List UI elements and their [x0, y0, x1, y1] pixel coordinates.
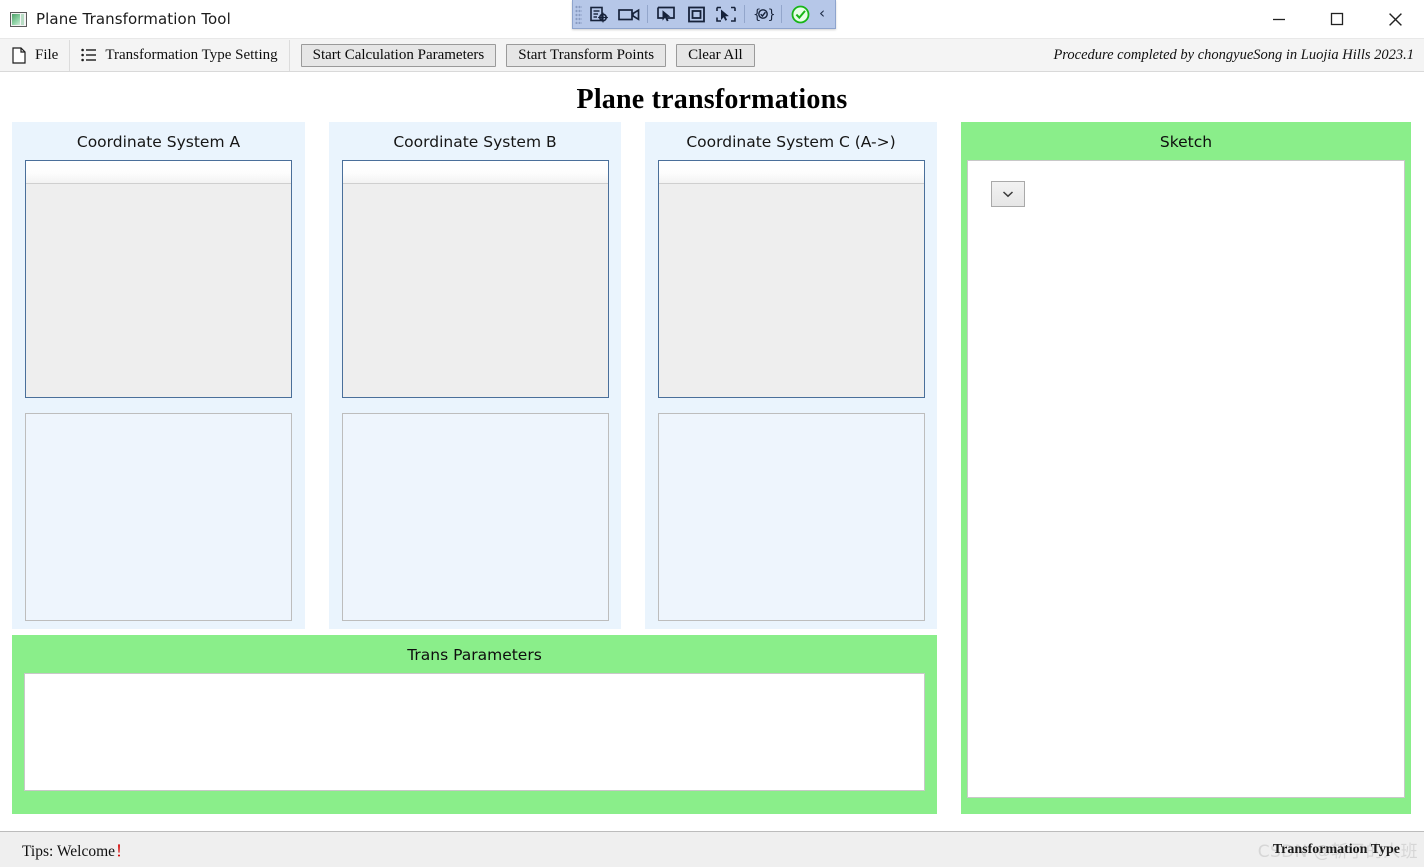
coordinate-system-c-textarea[interactable] [657, 413, 925, 621]
coordinate-system-a-title: Coordinate System A [76, 133, 241, 151]
cursor-capture-icon[interactable] [651, 2, 681, 27]
coordinate-system-c-panel: Coordinate System C (A->) [645, 122, 937, 629]
sketch-type-dropdown[interactable] [991, 181, 1025, 207]
main-content: Plane transformations Coordinate System … [0, 72, 1424, 831]
title-bar: Plane Transformation Tool {‹ [0, 0, 1424, 39]
toolbar-separator [781, 5, 782, 23]
confirm-check-icon[interactable] [785, 2, 815, 27]
start-calculation-parameters-button[interactable]: Start Calculation Parameters [300, 43, 497, 67]
window-title: Plane Transformation Tool [36, 10, 231, 28]
coordinate-system-a-table[interactable] [25, 160, 292, 398]
maximize-button[interactable] [1308, 0, 1366, 38]
sketch-panel: Sketch [961, 122, 1411, 814]
table-body[interactable] [342, 184, 608, 397]
sketch-canvas[interactable] [967, 160, 1405, 798]
capture-toolbar[interactable]: { } ‹ [572, 0, 836, 29]
status-bar-right: CSDN @斩了的人班 Transformation Type [1258, 832, 1424, 867]
svg-text:{: { [753, 8, 761, 23]
coordinate-system-c-table[interactable] [657, 160, 925, 398]
trans-parameters-panel: Trans Parameters [12, 635, 937, 814]
status-bar: Tips: Welcome！ CSDN @斩了的人班 Transformatio… [0, 831, 1424, 867]
clear-all-button[interactable]: Clear All [676, 43, 755, 67]
menu-toolbar: File Transformation Type Setting Start C… [0, 39, 1424, 72]
coordinate-system-b-title: Coordinate System B [393, 133, 557, 151]
coordinate-system-b-table[interactable] [341, 160, 609, 398]
window-capture-icon[interactable] [681, 2, 711, 27]
chevron-down-icon [1002, 191, 1014, 198]
table-body[interactable] [26, 184, 291, 397]
coordinate-system-b-panel: Coordinate System B [329, 122, 621, 629]
panels-area: Coordinate System A Coordinate System B … [0, 122, 1424, 831]
title-bar-left: Plane Transformation Tool [0, 10, 231, 28]
close-button[interactable] [1366, 0, 1424, 38]
menu-item-transformation-type-setting[interactable]: Transformation Type Setting [70, 39, 290, 71]
scroll-capture-icon[interactable] [711, 2, 741, 27]
app-icon [10, 11, 27, 27]
window-controls [1250, 0, 1424, 38]
settings-icon[interactable]: { } [748, 2, 778, 27]
file-page-icon [11, 46, 27, 64]
menu-item-transformation-type-setting-label: Transformation Type Setting [105, 46, 278, 63]
credit-text: Procedure completed by chongyueSong in L… [1053, 46, 1414, 63]
page-title: Plane transformations [576, 84, 848, 115]
coordinate-system-a-panel: Coordinate System A [12, 122, 305, 629]
toolbar-separator [647, 5, 648, 23]
toolbar-separator [744, 5, 745, 23]
coordinate-system-a-textarea[interactable] [25, 413, 292, 621]
status-tips-exclamation: ！ [115, 842, 131, 860]
transformation-type-indicator: Transformation Type [1272, 841, 1400, 857]
trans-parameters-textarea[interactable] [24, 673, 925, 791]
start-transform-points-button[interactable]: Start Transform Points [506, 43, 667, 67]
application-window: Plane Transformation Tool {‹ File Trans… [0, 0, 1424, 867]
table-body[interactable] [658, 184, 924, 397]
table-header-row [26, 161, 291, 184]
table-header-row [342, 161, 608, 184]
svg-text:}: } [768, 8, 775, 23]
collapse-toolbar-button[interactable]: ‹ [815, 4, 830, 24]
record-video-icon[interactable] [614, 2, 644, 27]
sketch-title: Sketch [1159, 133, 1213, 151]
minimize-button[interactable] [1250, 0, 1308, 38]
coordinate-system-c-title: Coordinate System C (A->) [686, 133, 896, 151]
menu-item-file[interactable]: File [0, 39, 71, 71]
list-lines-icon [81, 46, 97, 64]
capture-region-icon[interactable] [584, 2, 614, 27]
coordinate-system-b-textarea[interactable] [341, 413, 609, 621]
table-header-row [658, 161, 924, 184]
drag-grip-handle[interactable] [575, 4, 582, 24]
menu-item-file-label: File [35, 46, 59, 63]
status-tips: Tips: Welcome！ [0, 839, 131, 861]
status-tips-text: Tips: Welcome [22, 842, 116, 860]
trans-parameters-title: Trans Parameters [407, 646, 542, 664]
